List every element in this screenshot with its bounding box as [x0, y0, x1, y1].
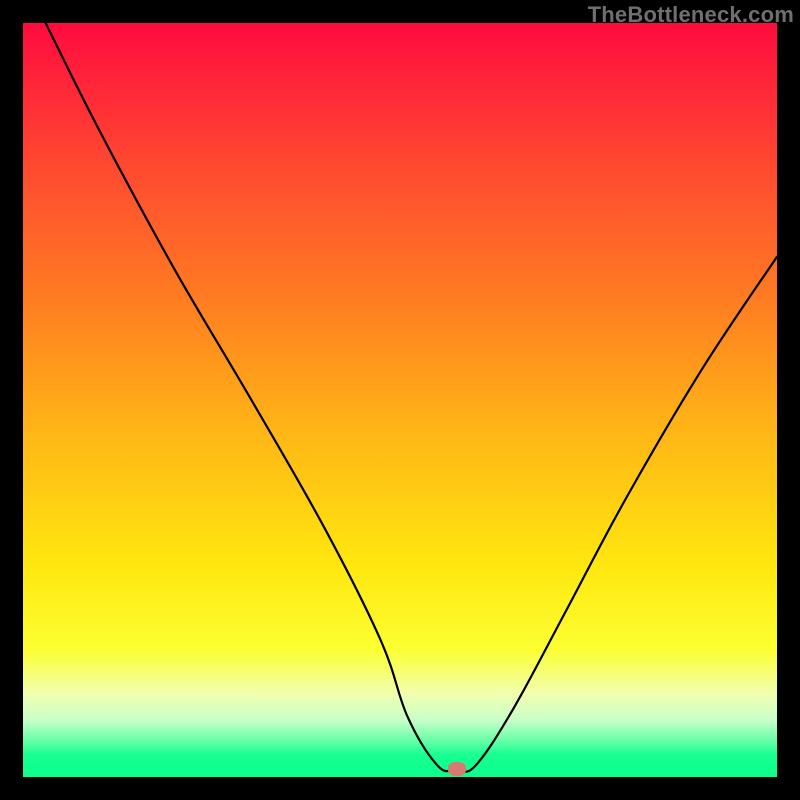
plot-area [23, 23, 777, 777]
curve-line [46, 23, 777, 772]
chart-frame: TheBottleneck.com [0, 0, 800, 800]
watermark-text: TheBottleneck.com [588, 2, 794, 28]
curve-svg [23, 23, 777, 777]
minimum-marker [448, 762, 466, 776]
